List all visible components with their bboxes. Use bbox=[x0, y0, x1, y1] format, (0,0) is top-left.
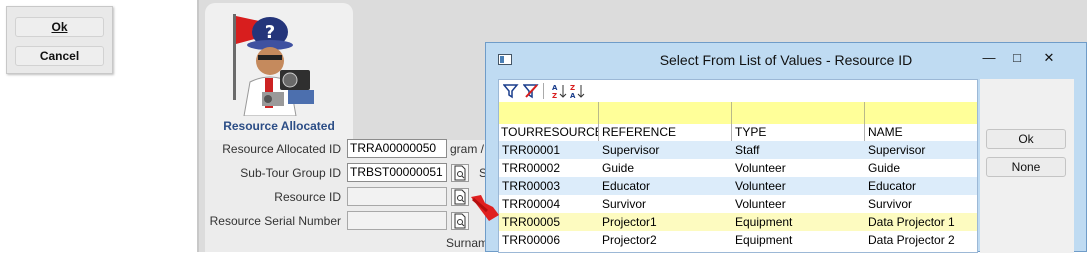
resource-serial-number-label: Resource Serial Number bbox=[209, 214, 341, 228]
resource-allocated-id-label: Resource Allocated ID bbox=[222, 142, 341, 156]
resource-id-label: Resource ID bbox=[274, 190, 341, 204]
minimize-button[interactable]: — bbox=[976, 48, 1002, 68]
table-cell-name: Educator bbox=[868, 179, 917, 193]
resource-allocated-id-field[interactable]: TRRA00000050 bbox=[347, 139, 447, 158]
svg-text:A: A bbox=[552, 84, 558, 92]
lookup-document-icon bbox=[454, 213, 466, 229]
table-cell-id: TRR00001 bbox=[502, 143, 561, 157]
ok-label: Ok bbox=[51, 20, 68, 34]
table-row[interactable]: TRR00004 Survivor Volunteer Survivor bbox=[499, 195, 977, 213]
filter-row bbox=[499, 102, 977, 124]
close-button[interactable]: ✕ bbox=[1036, 48, 1062, 68]
filter-cell-name[interactable] bbox=[865, 102, 977, 124]
table-cell-name: Supervisor bbox=[868, 143, 926, 157]
lov-dialog: Select From List of Values - Resource ID… bbox=[485, 42, 1087, 253]
resource-serial-number-field[interactable] bbox=[347, 211, 447, 230]
resource-id-lookup-button[interactable] bbox=[451, 188, 469, 206]
table-row[interactable]: TRR00002 Guide Volunteer Guide bbox=[499, 159, 977, 177]
column-header-name[interactable]: NAME bbox=[865, 124, 977, 141]
sub-tour-group-id-field[interactable]: TRBST00000051 bbox=[347, 163, 447, 182]
table-cell-type: Staff bbox=[735, 143, 760, 157]
svg-text:Z: Z bbox=[570, 84, 575, 92]
toolbar-separator bbox=[543, 83, 544, 99]
serial-number-lookup-button[interactable] bbox=[451, 212, 469, 230]
table-cell-name: Guide bbox=[868, 161, 901, 175]
sub-tour-group-id-label: Sub-Tour Group ID bbox=[240, 166, 341, 180]
table-cell-id: TRR00003 bbox=[502, 179, 561, 193]
resource-mascot-logo: ? bbox=[233, 14, 314, 116]
resource-id-field[interactable] bbox=[347, 187, 447, 206]
table-cell-type: Volunteer bbox=[735, 179, 786, 193]
table-cell-reference: Supervisor bbox=[602, 143, 660, 157]
table-cell-reference: Projector1 bbox=[602, 215, 657, 229]
clear-filter-icon[interactable] bbox=[523, 83, 539, 99]
table-cell-type: Volunteer bbox=[735, 161, 786, 175]
table-cell-reference: Survivor bbox=[602, 197, 647, 211]
red-pointer-arrow-icon bbox=[471, 195, 499, 221]
lookup-document-icon bbox=[454, 165, 466, 181]
column-header-id[interactable]: TOURRESOURCEID bbox=[499, 124, 599, 141]
svg-text:A: A bbox=[570, 92, 576, 99]
column-header-row: TOURRESOURCEID REFERENCE TYPE NAME bbox=[499, 124, 977, 141]
filter-cell-type[interactable] bbox=[732, 102, 865, 124]
table-cell-name: Data Projector 1 bbox=[868, 215, 955, 229]
table-row[interactable]: TRR00001 Supervisor Staff Supervisor bbox=[499, 141, 977, 159]
dialog-none-button[interactable]: None bbox=[986, 157, 1066, 177]
filter-cell-id[interactable] bbox=[499, 102, 599, 124]
table-cell-type: Equipment bbox=[735, 215, 793, 229]
filter-cell-reference[interactable] bbox=[599, 102, 732, 124]
table-cell-type: Volunteer bbox=[735, 197, 786, 211]
form-caption: Resource Allocated bbox=[223, 119, 335, 133]
table-cell-id: TRR00005 bbox=[502, 215, 561, 229]
table-cell-id: TRR00004 bbox=[502, 197, 561, 211]
list-toolbar: AZ ZA bbox=[499, 80, 977, 102]
table-row[interactable]: TRR00005 Projector1 Equipment Data Projecto… bbox=[499, 213, 977, 231]
ok-button[interactable]: Ok bbox=[15, 17, 104, 37]
sub-tour-lookup-button[interactable] bbox=[451, 164, 469, 182]
maximize-button[interactable]: □ bbox=[1004, 48, 1030, 68]
lov-list-panel: AZ ZA TOURRESOURCEID REFERENCE TYPE NAME… bbox=[498, 79, 978, 253]
table-cell-reference: Guide bbox=[602, 161, 635, 175]
svg-text:Z: Z bbox=[552, 92, 557, 99]
table-cell-id: TRR00006 bbox=[502, 233, 561, 247]
filter-icon[interactable] bbox=[503, 83, 519, 99]
table-row[interactable]: TRR00003 Educator Volunteer Educator bbox=[499, 177, 977, 195]
column-header-reference[interactable]: REFERENCE bbox=[599, 124, 732, 141]
column-header-type[interactable]: TYPE bbox=[732, 124, 865, 141]
table-cell-reference: Projector2 bbox=[602, 233, 657, 247]
svg-text:?: ? bbox=[265, 22, 275, 43]
table-cell-reference: Educator bbox=[602, 179, 651, 193]
table-row[interactable]: TRR00006 Projector2 Equipment Data Projecto… bbox=[499, 231, 977, 249]
mini-button-panel: Ok Cancel bbox=[6, 6, 113, 74]
lookup-document-icon bbox=[454, 189, 466, 205]
cancel-button[interactable]: Cancel bbox=[15, 46, 104, 66]
table-cell-name: Survivor bbox=[868, 197, 913, 211]
sort-descending-icon[interactable]: ZA bbox=[569, 83, 585, 99]
dialog-ok-button[interactable]: Ok bbox=[986, 129, 1066, 149]
table-cell-type: Equipment bbox=[735, 233, 793, 247]
table-cell-id: TRR00002 bbox=[502, 161, 561, 175]
sort-ascending-icon[interactable]: AZ bbox=[551, 83, 567, 99]
table-cell-name: Data Projector 2 bbox=[868, 233, 955, 247]
